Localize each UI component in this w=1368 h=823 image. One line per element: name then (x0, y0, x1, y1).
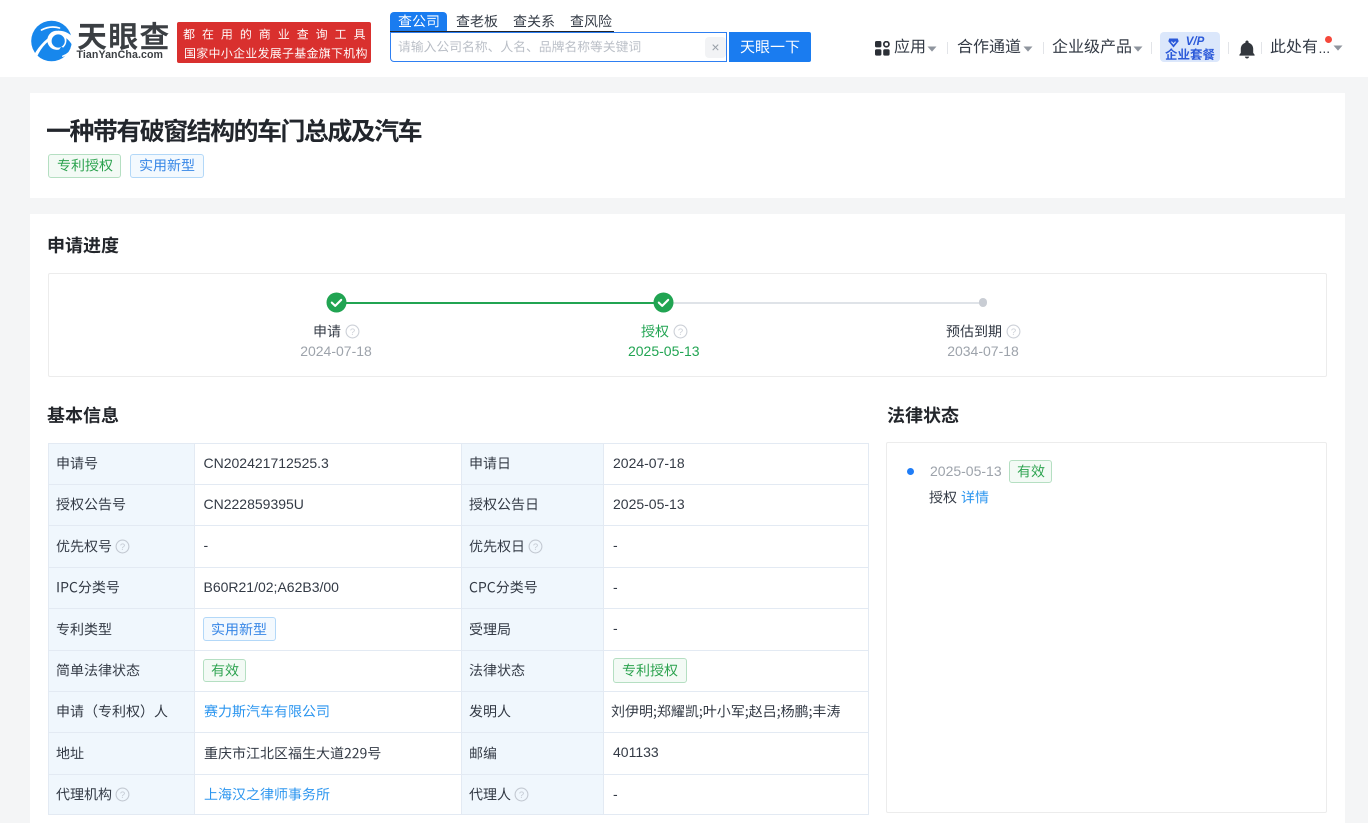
svg-text:?: ? (677, 326, 682, 337)
svg-text:?: ? (1011, 326, 1016, 337)
svg-text:?: ? (120, 541, 125, 552)
svg-text:?: ? (519, 790, 524, 801)
svg-text:?: ? (350, 326, 355, 337)
svg-text:?: ? (120, 790, 125, 801)
svg-text:?: ? (533, 541, 538, 552)
